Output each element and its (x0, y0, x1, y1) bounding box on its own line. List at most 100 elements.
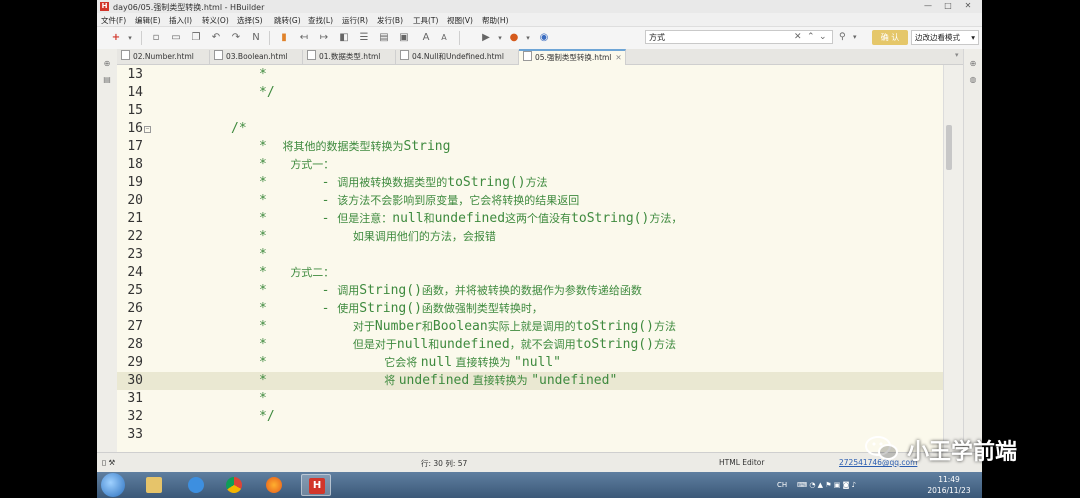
tab-type-conversion[interactable]: 05.强制类型转换.html ✕ (519, 49, 626, 66)
code-line[interactable]: 25 * - 调用String()函数，并将被转换的数据作为参数传递给函数 (117, 282, 943, 300)
code-line[interactable]: 31 * (117, 390, 943, 408)
menu-goto[interactable]: 跳转(G) (274, 15, 301, 26)
taskbar-ie[interactable] (181, 474, 211, 496)
menu-help[interactable]: 帮助(H) (482, 15, 509, 26)
code-line[interactable]: 15 (117, 102, 943, 120)
menu-publish[interactable]: 发行(B) (377, 15, 403, 26)
code-line[interactable]: 32 */ (117, 408, 943, 426)
layout-icon[interactable]: ▣ (397, 31, 411, 45)
bookmark-icon[interactable]: ▮ (277, 31, 291, 45)
code-segment: * - (259, 211, 338, 226)
confirm-button[interactable]: 确 认 (872, 30, 908, 45)
close-tab-icon[interactable]: ✕ (615, 53, 621, 62)
current-code-line[interactable]: 30 * 将 undefined 直接转换为 "undefined" (117, 372, 943, 390)
font-increase-icon[interactable]: A (419, 31, 433, 45)
font-decrease-icon[interactable]: A (437, 31, 451, 45)
tab-boolean[interactable]: 03.Boolean.html (210, 50, 303, 64)
search-input[interactable]: 方式 (645, 30, 833, 44)
code-line[interactable]: 27 * 对于Number和Boolean实际上就是调用的toString()方法 (117, 318, 943, 336)
status-bar: ▯ ⚒ 行: 30 列: 57 HTML Editor 272541746@qq… (97, 452, 982, 473)
new-dropdown-icon[interactable]: ▾ (123, 31, 137, 45)
code-line[interactable]: 20 * - 该方法不会影响到原变量，它会将转换的结果返回 (117, 192, 943, 210)
taskbar-hbuilder[interactable]: H (301, 474, 331, 496)
code-line[interactable]: 14 */ (117, 84, 943, 102)
menu-run[interactable]: 运行(R) (342, 15, 368, 26)
menu-escape[interactable]: 转义(O) (202, 15, 229, 26)
fold-toggle-icon[interactable]: − (144, 126, 151, 133)
menu-insert[interactable]: 插入(I) (169, 15, 192, 26)
browser-icon[interactable]: ● (507, 31, 521, 45)
next-icon[interactable]: ↦ (317, 31, 331, 45)
redo-icon[interactable]: ↷ (229, 31, 243, 45)
menu-edit[interactable]: 编辑(E) (135, 15, 161, 26)
minimize-button[interactable]: — (919, 1, 937, 11)
prev-icon[interactable]: ↤ (297, 31, 311, 45)
outline-icon[interactable]: ☰ (357, 31, 371, 45)
run-dropdown-icon[interactable]: ▾ (493, 31, 507, 45)
menu-find[interactable]: 查找(L) (308, 15, 333, 26)
start-button[interactable] (101, 473, 125, 497)
outline-panel-icon[interactable]: ◍ (968, 75, 978, 85)
tab-null-undefined[interactable]: 04.Null和Undefined.html (396, 50, 519, 64)
watermark: 小王学前端 (864, 432, 1044, 465)
clear-search-icon[interactable]: ✕ (794, 30, 802, 44)
format-icon[interactable]: N (249, 31, 263, 45)
maximize-button[interactable]: □ (939, 1, 957, 11)
code-line[interactable]: 23 * (117, 246, 943, 264)
code-line[interactable]: 17 * 将其他的数据类型转换为String (117, 138, 943, 156)
code-line[interactable]: 21 * - 但是注意：null和undefined这两个值没有toString(… (117, 210, 943, 228)
code-segment: null (392, 211, 424, 226)
run-icon[interactable]: ▶ (479, 31, 493, 45)
scrollbar-thumb[interactable] (946, 125, 952, 170)
code-segment: 对于 (352, 320, 375, 333)
taskbar-explorer[interactable] (139, 474, 169, 496)
comment-icon[interactable]: ◧ (337, 31, 351, 45)
menu-view[interactable]: 视图(V) (447, 15, 473, 26)
code-segment: 直接转换为 (469, 374, 532, 387)
new-file-icon[interactable]: + (109, 31, 123, 45)
browser-dropdown-icon[interactable]: ▾ (521, 31, 535, 45)
tab-data-types[interactable]: 01.数据类型.html (303, 50, 396, 64)
taskbar-chrome[interactable] (219, 474, 249, 496)
code-line[interactable]: 22 * 如果调用他们的方法，会报错 (117, 228, 943, 246)
pin-icon[interactable]: ⊕ (968, 59, 978, 69)
search-prev-icon[interactable]: ⌃ (807, 30, 815, 44)
code-line[interactable]: 18 * 方式一： (117, 156, 943, 174)
close-window-button[interactable]: ✕ (959, 1, 977, 11)
project-pin-icon[interactable]: ⊕ (102, 59, 112, 69)
menu-select[interactable]: 选择(S) (237, 15, 263, 26)
code-segment: 但是对于 (352, 338, 397, 351)
tab-list-icon[interactable]: ▾ (955, 51, 959, 59)
code-line[interactable]: 33 (117, 426, 943, 444)
code-line[interactable]: 28 * 但是对于null和undefined，就不会调用toString()方法 (117, 336, 943, 354)
code-line[interactable]: 13 * (117, 66, 943, 84)
search-next-icon[interactable]: ⌄ (819, 30, 827, 44)
code-line[interactable]: 24 * 方式二： (117, 264, 943, 282)
code-line[interactable]: 19 * - 调用被转换数据类型的toString()方法 (117, 174, 943, 192)
undo-icon[interactable]: ↶ (209, 31, 223, 45)
code-line[interactable]: 26 * - 使用String()函数做强制类型转换时， (117, 300, 943, 318)
status-window-icon[interactable]: ▯ ⚒ (102, 458, 115, 467)
code-editor[interactable]: 13 * 14 */ 15 16− /* 17 * 将其他的数据类型转换为String 18 * 方… (117, 65, 943, 452)
code-line[interactable]: 29 * 它会将 null 直接转换为 "null" (117, 354, 943, 372)
copy-icon[interactable]: ❐ (189, 31, 203, 45)
project-explorer-icon[interactable]: ▤ (102, 75, 112, 85)
tray-icons[interactable]: ⌨ ◔ ▲ ⚑ ▣ ◙ ♪ (797, 481, 856, 489)
code-segment: 函数做强制类型转换时， (421, 302, 543, 315)
panel-icon[interactable]: ▤ (377, 31, 391, 45)
system-clock[interactable]: 11:49 2016/11/23 (925, 474, 973, 496)
search-icon[interactable]: ⚲ (839, 30, 846, 44)
taskbar-firefox[interactable] (259, 474, 289, 496)
menu-file[interactable]: 文件(F) (101, 15, 126, 26)
editor-scrollbar[interactable] (943, 65, 964, 452)
tab-number[interactable]: 02.Number.html (117, 50, 210, 64)
save-icon[interactable]: ▫ (149, 31, 163, 45)
preview-mode-select[interactable]: 边改边看模式 ▾ (911, 30, 979, 45)
code-segment: 方式二： (290, 266, 335, 279)
code-line[interactable]: 16− /* (117, 120, 943, 138)
save-all-icon[interactable]: ▭ (169, 31, 183, 45)
preview-icon[interactable]: ◉ (537, 31, 551, 45)
menu-tools[interactable]: 工具(T) (413, 15, 438, 26)
search-options-icon[interactable]: ▾ (853, 30, 857, 44)
ime-indicator[interactable]: CH (777, 481, 787, 489)
